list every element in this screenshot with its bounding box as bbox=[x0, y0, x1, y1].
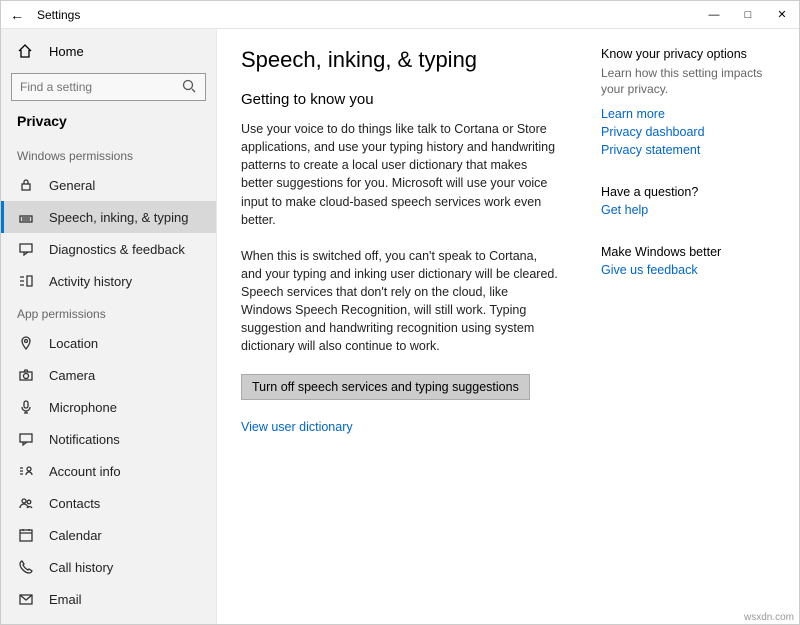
description-1: Use your voice to do things like talk to… bbox=[241, 120, 561, 229]
back-button[interactable]: ← bbox=[1, 7, 33, 23]
sidebar-item-activity-history[interactable]: Activity history bbox=[1, 265, 216, 297]
sidebar-item-account-info[interactable]: Account info bbox=[1, 455, 216, 487]
email-icon bbox=[17, 591, 35, 607]
camera-icon bbox=[17, 367, 35, 383]
sidebar-item-label: Notifications bbox=[49, 432, 120, 447]
sidebar-item-calendar[interactable]: Calendar bbox=[1, 519, 216, 551]
search-icon bbox=[181, 78, 197, 97]
minimize-button[interactable]: — bbox=[697, 1, 731, 29]
section-title: Privacy bbox=[1, 113, 216, 139]
location-icon bbox=[17, 335, 35, 351]
sidebar-item-notifications[interactable]: Notifications bbox=[1, 423, 216, 455]
page-title: Speech, inking, & typing bbox=[241, 47, 561, 73]
privacy-statement-link[interactable]: Privacy statement bbox=[601, 143, 771, 157]
notifications-icon bbox=[17, 431, 35, 447]
sidebar-item-label: Activity history bbox=[49, 274, 132, 289]
sidebar-item-speech-inking-typing[interactable]: Speech, inking, & typing bbox=[1, 201, 216, 233]
titlebar: ← Settings — □ ✕ bbox=[1, 1, 799, 29]
home-nav[interactable]: Home bbox=[1, 37, 216, 65]
sidebar-item-label: Account info bbox=[49, 464, 121, 479]
window-title: Settings bbox=[33, 8, 697, 22]
watermark: wsxdn.com bbox=[744, 612, 794, 623]
sidebar-item-label: Email bbox=[49, 592, 82, 607]
sidebar-item-label: General bbox=[49, 178, 95, 193]
search-box[interactable] bbox=[11, 73, 206, 101]
sidebar-item-label: Calendar bbox=[49, 528, 102, 543]
sidebar-item-label: Location bbox=[49, 336, 98, 351]
learn-more-link[interactable]: Learn more bbox=[601, 107, 771, 121]
sidebar-item-call-history[interactable]: Call history bbox=[1, 551, 216, 583]
lock-icon bbox=[17, 177, 35, 193]
sidebar-item-diagnostics-feedback[interactable]: Diagnostics & feedback bbox=[1, 233, 216, 265]
sidebar-item-location[interactable]: Location bbox=[1, 327, 216, 359]
group-windows-permissions: Windows permissions bbox=[1, 139, 216, 169]
make-windows-better-heading: Make Windows better bbox=[601, 245, 771, 259]
sidebar-item-label: Contacts bbox=[49, 496, 100, 511]
phone-icon bbox=[17, 559, 35, 575]
home-label: Home bbox=[49, 44, 84, 59]
feedback-icon bbox=[17, 241, 35, 257]
give-feedback-link[interactable]: Give us feedback bbox=[601, 263, 771, 277]
view-user-dictionary-link[interactable]: View user dictionary bbox=[241, 420, 561, 434]
calendar-icon bbox=[17, 527, 35, 543]
close-button[interactable]: ✕ bbox=[765, 1, 799, 29]
sidebar-item-label: Call history bbox=[49, 560, 113, 575]
section-subheading: Getting to know you bbox=[241, 91, 561, 108]
sidebar-item-general[interactable]: General bbox=[1, 169, 216, 201]
sidebar-item-microphone[interactable]: Microphone bbox=[1, 391, 216, 423]
sidebar-item-label: Microphone bbox=[49, 400, 117, 415]
privacy-options-heading: Know your privacy options bbox=[601, 47, 771, 61]
sidebar-item-email[interactable]: Email bbox=[1, 583, 216, 615]
account-icon bbox=[17, 463, 35, 479]
turn-off-speech-button[interactable]: Turn off speech services and typing sugg… bbox=[241, 374, 530, 400]
microphone-icon bbox=[17, 399, 35, 415]
privacy-dashboard-link[interactable]: Privacy dashboard bbox=[601, 125, 771, 139]
sidebar-item-label: Diagnostics & feedback bbox=[49, 242, 185, 257]
content-area: Speech, inking, & typing Getting to know… bbox=[217, 29, 799, 624]
group-app-permissions: App permissions bbox=[1, 297, 216, 327]
maximize-button[interactable]: □ bbox=[731, 1, 765, 29]
speech-icon bbox=[17, 209, 35, 225]
sidebar-item-contacts[interactable]: Contacts bbox=[1, 487, 216, 519]
contacts-icon bbox=[17, 495, 35, 511]
get-help-link[interactable]: Get help bbox=[601, 203, 771, 217]
sidebar: Home Privacy Windows permissions General… bbox=[1, 29, 217, 624]
history-icon bbox=[17, 273, 35, 289]
description-2: When this is switched off, you can't spe… bbox=[241, 247, 561, 356]
home-icon bbox=[17, 43, 35, 59]
privacy-options-sub: Learn how this setting impacts your priv… bbox=[601, 65, 771, 97]
sidebar-item-label: Speech, inking, & typing bbox=[49, 210, 188, 225]
search-input[interactable] bbox=[20, 80, 181, 94]
sidebar-item-label: Camera bbox=[49, 368, 95, 383]
right-pane: Know your privacy options Learn how this… bbox=[601, 47, 771, 606]
sidebar-item-camera[interactable]: Camera bbox=[1, 359, 216, 391]
have-question-heading: Have a question? bbox=[601, 185, 771, 199]
main-pane: Speech, inking, & typing Getting to know… bbox=[241, 47, 561, 606]
